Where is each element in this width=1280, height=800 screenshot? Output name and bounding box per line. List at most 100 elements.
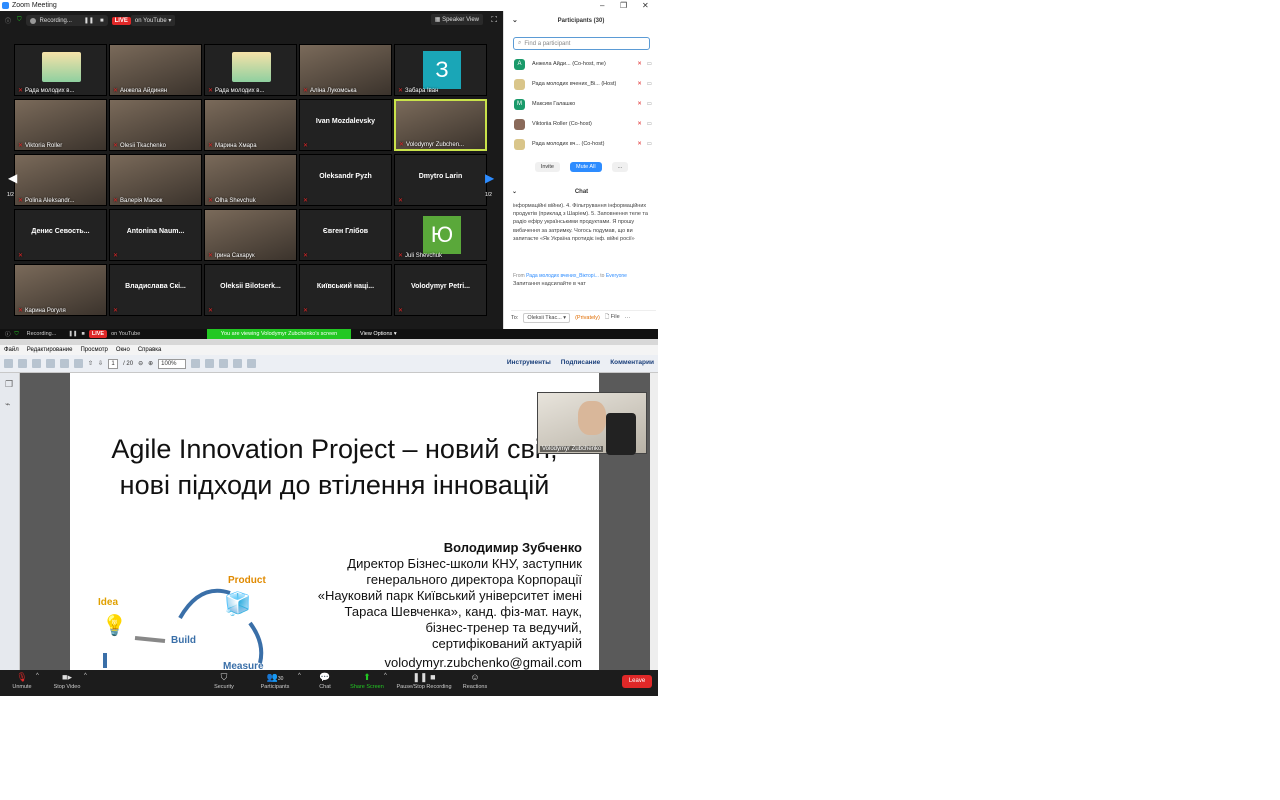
shield-icon[interactable]: ⛉ bbox=[17, 17, 22, 24]
menu-edit[interactable]: Редактирование bbox=[27, 347, 73, 353]
open-icon[interactable] bbox=[18, 359, 27, 368]
recipient-name[interactable]: Everyone bbox=[606, 273, 627, 279]
participants-button[interactable]: 👥30 Participants bbox=[256, 670, 294, 696]
speaker-view-button[interactable]: ▦ Speaker View bbox=[430, 14, 483, 25]
participants-chevron-icon[interactable]: ^ bbox=[298, 673, 301, 679]
video-tile[interactable]: Денис Севость... ✕ bbox=[14, 209, 107, 261]
sender-name[interactable]: Рада молодих вчених_Вікторі... bbox=[526, 273, 599, 279]
chat-button[interactable]: 💬 Chat bbox=[314, 670, 336, 696]
email-icon[interactable] bbox=[74, 359, 83, 368]
speaker-video-pip[interactable]: Volodymyr Zubchenko bbox=[537, 392, 647, 455]
participant-search-input[interactable]: ⌕ Find a participant bbox=[513, 37, 650, 50]
youtube-stream-menu[interactable]: on YouTube ▾ bbox=[130, 15, 176, 26]
video-tile[interactable]: Київський наці... ✕ bbox=[299, 264, 392, 316]
chat-more-button[interactable]: ··· bbox=[625, 315, 631, 321]
tools-link[interactable]: Инструменты bbox=[507, 359, 551, 366]
stop-video-button[interactable]: ■▸ Stop Video bbox=[48, 670, 86, 696]
video-tile[interactable]: ✕ Polina Aleksandr... bbox=[14, 154, 107, 206]
comments-link[interactable]: Комментарии bbox=[610, 359, 654, 366]
video-tile[interactable]: ✕ Volodymyr Zubchen... bbox=[394, 99, 487, 151]
prev-page-arrow-icon[interactable]: ⇧ bbox=[88, 360, 93, 367]
more-button[interactable]: ... bbox=[611, 162, 629, 172]
unmute-button[interactable]: 🎙 Unmute bbox=[8, 670, 36, 696]
comment-icon[interactable] bbox=[219, 359, 229, 368]
participant-row[interactable]: Рада молодих вч... (Co-host) ✕ ▭ bbox=[504, 134, 658, 154]
participant-row[interactable]: М Максим Галашко ✕ ▭ bbox=[504, 94, 658, 114]
close-icon[interactable]: ✕ bbox=[642, 0, 649, 11]
zoom-out-icon[interactable]: ⊖ bbox=[138, 360, 143, 367]
sign-link[interactable]: Подписание bbox=[561, 359, 600, 366]
menu-window[interactable]: Окно bbox=[116, 347, 130, 353]
video-tile[interactable]: З ✕ Забара Іван bbox=[394, 44, 487, 96]
create-icon[interactable] bbox=[4, 359, 13, 368]
zoom-in-icon[interactable]: ⊕ bbox=[148, 360, 153, 367]
invite-button[interactable]: Invite bbox=[534, 162, 560, 172]
video-tile[interactable]: Oleksii Bilotserk... ✕ bbox=[204, 264, 297, 316]
pages-panel-icon[interactable]: ❐ bbox=[5, 379, 13, 390]
next-page-arrow-icon[interactable]: ⇩ bbox=[98, 360, 103, 367]
share-pause-icon[interactable]: ❚❚ bbox=[68, 331, 77, 337]
collapse-chevron-icon[interactable]: ⌄ bbox=[512, 11, 518, 31]
share-stop-icon[interactable]: ■ bbox=[82, 331, 85, 337]
chat-collapse-icon[interactable]: ⌄ bbox=[512, 185, 517, 199]
share-shield-icon[interactable]: ⛉ bbox=[15, 331, 19, 338]
video-tile[interactable]: ✕ Рада молодих в... bbox=[204, 44, 297, 96]
video-tile[interactable]: Dmytro Larin ✕ bbox=[394, 154, 487, 206]
share-stream-label[interactable]: on YouTube bbox=[111, 331, 140, 337]
prev-page-icon[interactable]: ◀ bbox=[8, 171, 17, 185]
video-tile[interactable]: Владислава Скі... ✕ bbox=[109, 264, 202, 316]
video-tile[interactable]: ✕ Viktoria Roller bbox=[14, 99, 107, 151]
view-options-menu[interactable]: View Options ▾ bbox=[360, 329, 397, 339]
video-tile[interactable]: ✕ Рада молодих в... bbox=[14, 44, 107, 96]
edit-icon[interactable] bbox=[32, 359, 41, 368]
video-tile[interactable]: Oleksandr Pyzh ✕ bbox=[299, 154, 392, 206]
minimize-icon[interactable]: – bbox=[600, 0, 604, 11]
menu-view[interactable]: Просмотр bbox=[80, 347, 107, 353]
video-tile[interactable]: ✕ Olha Shevchuk bbox=[204, 154, 297, 206]
file-button[interactable]: 🗋 File bbox=[605, 313, 620, 322]
security-button[interactable]: ⛉ Security bbox=[210, 670, 238, 696]
video-tile[interactable]: ✕ Марина Хмара bbox=[204, 99, 297, 151]
fit-width-icon[interactable] bbox=[205, 359, 215, 368]
share-options-chevron-icon[interactable]: ^ bbox=[384, 673, 387, 679]
share-screen-button[interactable]: ⬆ Share Screen bbox=[348, 670, 386, 696]
video-tile[interactable]: ✕ Карина Рогуля bbox=[14, 264, 107, 316]
video-tile[interactable]: Antonina Naum... ✕ bbox=[109, 209, 202, 261]
pause-icon[interactable]: ❚❚ bbox=[84, 17, 94, 24]
attachments-icon[interactable]: ⌁ bbox=[5, 399, 10, 410]
video-tile[interactable]: Євген Глібов ✕ bbox=[299, 209, 392, 261]
video-tile[interactable]: Ivan Mozdalevsky ✕ bbox=[299, 99, 392, 151]
fit-page-icon[interactable] bbox=[191, 359, 201, 368]
video-tile[interactable]: ✕ Анжела Айдинян bbox=[109, 44, 202, 96]
video-tile[interactable]: ✕ Валерія Масюк bbox=[109, 154, 202, 206]
video-tile[interactable]: Ю ✕ Juli Shevchuk bbox=[394, 209, 487, 261]
participant-row[interactable]: А Анжела Айди... (Co-host, me) ✕ ▭ bbox=[504, 54, 658, 74]
participant-row[interactable]: Viktoriia Roller (Co-host) ✕ ▭ bbox=[504, 114, 658, 134]
video-tile[interactable]: Volodymyr Petri... ✕ bbox=[394, 264, 487, 316]
info-icon[interactable]: ⓘ bbox=[5, 16, 11, 25]
mute-all-button[interactable]: Mute All bbox=[569, 162, 602, 172]
pause-stop-recording-button[interactable]: ❚❚ ■ Pause/Stop Recording bbox=[394, 670, 454, 696]
document-scrollbar[interactable] bbox=[650, 373, 658, 670]
next-page-icon[interactable]: ▶ bbox=[485, 171, 494, 185]
zoom-level-select[interactable]: 100% bbox=[158, 358, 187, 369]
video-options-chevron-icon[interactable]: ^ bbox=[84, 673, 87, 679]
menu-help[interactable]: Справка bbox=[138, 347, 162, 353]
video-tile[interactable]: ✕ Ірина Сахарук bbox=[204, 209, 297, 261]
restore-icon[interactable]: ❐ bbox=[620, 0, 627, 11]
recipient-select[interactable]: Oleksii Tkac... ▾ bbox=[523, 312, 571, 323]
highlight-icon[interactable] bbox=[233, 359, 243, 368]
stop-icon[interactable]: ■ bbox=[100, 18, 104, 24]
page-number-input[interactable]: 1 bbox=[108, 358, 119, 369]
reactions-button[interactable]: ☺ Reactions bbox=[460, 670, 490, 696]
participant-row[interactable]: Рада молодих вчених_Ві... (Host) ✕ ▭ bbox=[504, 74, 658, 94]
sign-icon[interactable] bbox=[247, 359, 257, 368]
video-tile[interactable]: ✕ Аліна Лукомська bbox=[299, 44, 392, 96]
save-icon[interactable] bbox=[46, 359, 55, 368]
leave-button[interactable]: Leave bbox=[622, 675, 652, 688]
share-info-icon[interactable]: ⓘ bbox=[5, 330, 11, 338]
menu-file[interactable]: Файл bbox=[4, 347, 19, 353]
fullscreen-icon[interactable]: ⛶ bbox=[491, 15, 497, 25]
print-icon[interactable] bbox=[60, 359, 69, 368]
video-tile[interactable]: ✕ Olesii Tkachenko bbox=[109, 99, 202, 151]
